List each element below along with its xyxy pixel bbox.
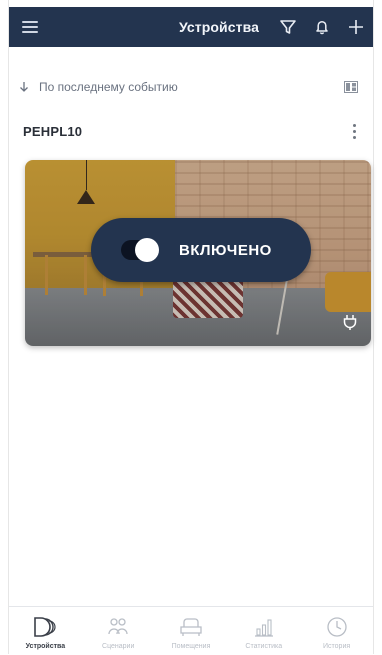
nav-item-scenes[interactable]: Сценарии	[82, 607, 155, 655]
frame-border-right	[373, 0, 374, 654]
top-bar: Устройства	[9, 7, 373, 47]
page-title: Устройства	[178, 19, 259, 35]
notifications-button[interactable]	[305, 7, 339, 47]
rooms-icon	[180, 618, 202, 636]
nav-item-stats[interactable]: Статистика	[227, 607, 300, 655]
device-name: PEHPL10	[23, 123, 83, 139]
add-device-button[interactable]	[339, 7, 373, 47]
device-header: PEHPL10	[9, 120, 373, 142]
nav-item-rooms[interactable]: Помещения	[155, 607, 228, 655]
switch-knob	[135, 238, 159, 262]
view-toggle-button[interactable]	[329, 81, 373, 93]
nav-label-scenes: Сценарии	[102, 643, 135, 650]
menu-button[interactable]	[9, 7, 51, 47]
filter-button[interactable]	[271, 7, 305, 47]
more-vertical-icon	[352, 123, 356, 127]
nav-label-devices: Устройства	[25, 643, 66, 650]
scenes-icon	[108, 618, 128, 635]
nav-label-rooms: Помещения	[171, 643, 211, 650]
filter-icon	[280, 20, 296, 34]
nav-item-history[interactable]: История	[300, 607, 373, 655]
device-more-button[interactable]	[335, 123, 373, 139]
sort-bar: По последнему событию	[9, 76, 373, 98]
devices-icon	[34, 617, 56, 637]
plus-icon	[349, 20, 363, 34]
nav-item-devices[interactable]: Устройства	[9, 607, 82, 655]
history-icon	[326, 617, 347, 637]
arrow-down-icon	[20, 82, 28, 92]
menu-icon	[22, 21, 38, 33]
power-switch[interactable]	[121, 238, 159, 262]
nav-label-stats: Статистика	[245, 643, 283, 650]
stats-icon	[254, 619, 273, 637]
nav-label-history: История	[323, 643, 351, 650]
power-state-label: ВКЛЮЧЕНО	[179, 241, 272, 259]
power-toggle[interactable]: ВКЛЮЧЕНО	[91, 218, 311, 282]
grid-view-icon	[344, 81, 358, 93]
frame-border-left	[8, 0, 9, 654]
plug-icon	[341, 313, 359, 336]
sort-label[interactable]: По последнему событию	[39, 80, 329, 94]
bottom-nav: Устройства Сценарии Помещения Статистика	[9, 606, 373, 655]
sort-direction-button[interactable]	[9, 81, 39, 93]
device-card[interactable]: ВКЛЮЧЕНО	[25, 160, 371, 346]
bell-icon	[316, 20, 328, 35]
